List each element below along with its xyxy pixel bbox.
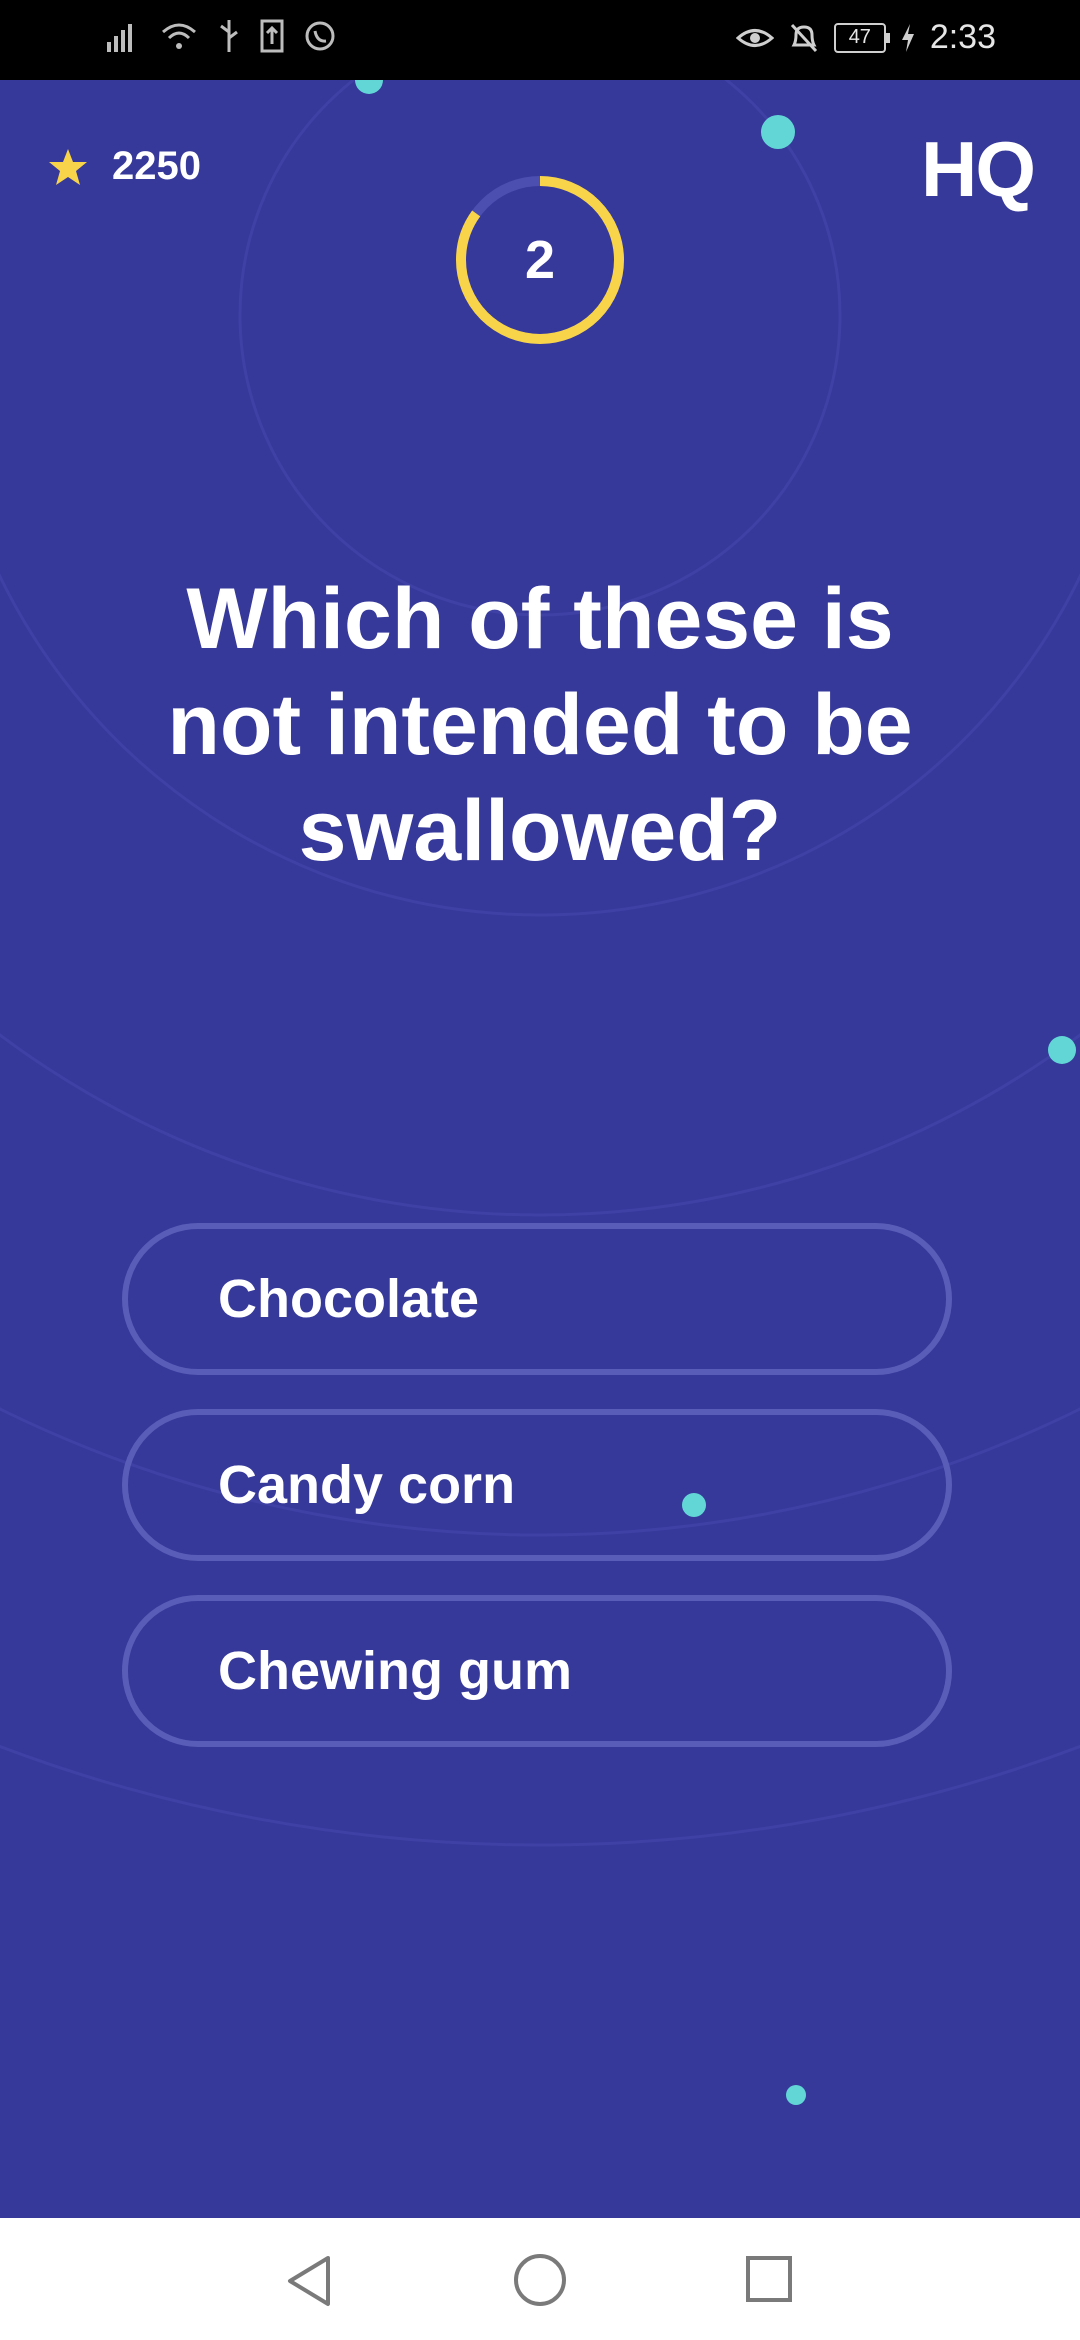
battery-level: 47 <box>848 26 871 48</box>
trivia-screen: 2250 HQ 2 Which of these is not intended… <box>0 80 1080 2218</box>
wifi-icon <box>162 23 196 49</box>
decorative-dot <box>786 2085 806 2105</box>
answer-option-1[interactable]: Chocolate <box>122 1223 952 1375</box>
signal-icon <box>107 24 132 52</box>
status-time: 2:33 <box>929 18 996 56</box>
timer-value: 2 <box>524 230 556 290</box>
answer-option-2[interactable]: Candy corn <box>122 1409 952 1561</box>
score-display: 2250 <box>48 144 201 189</box>
answer-label: Chewing gum <box>218 1641 572 1701</box>
usb-icon <box>220 20 238 52</box>
status-left-icons <box>105 18 337 54</box>
recents-icon[interactable] <box>744 2254 794 2304</box>
answer-option-3[interactable]: Chewing gum <box>122 1595 952 1747</box>
status-bar: 47 2:33 <box>0 0 1080 80</box>
eye-icon <box>735 28 774 47</box>
decorative-dot <box>761 115 795 149</box>
hq-logo: HQ <box>921 125 1036 213</box>
answer-label: Candy corn <box>218 1455 516 1515</box>
answer-label: Chocolate <box>218 1269 480 1329</box>
home-icon[interactable] <box>512 2252 568 2308</box>
charging-icon <box>901 23 914 52</box>
decorative-dot <box>1048 1036 1076 1064</box>
whatsapp-icon <box>305 21 335 51</box>
back-icon[interactable] <box>284 2254 334 2308</box>
countdown-timer: 2 <box>452 172 628 348</box>
system-nav-bar <box>0 2218 1080 2340</box>
question-text: Which of these is not intended to be swa… <box>167 571 913 879</box>
status-right-icons: 47 2:33 <box>735 18 996 57</box>
upload-icon <box>260 19 284 53</box>
battery-icon: 47 <box>833 22 890 53</box>
score-value: 2250 <box>112 144 201 188</box>
star-icon <box>49 148 87 185</box>
decorative-dot <box>682 1493 706 1517</box>
background-rings <box>0 80 1080 1847</box>
bell-off-icon <box>790 23 817 52</box>
